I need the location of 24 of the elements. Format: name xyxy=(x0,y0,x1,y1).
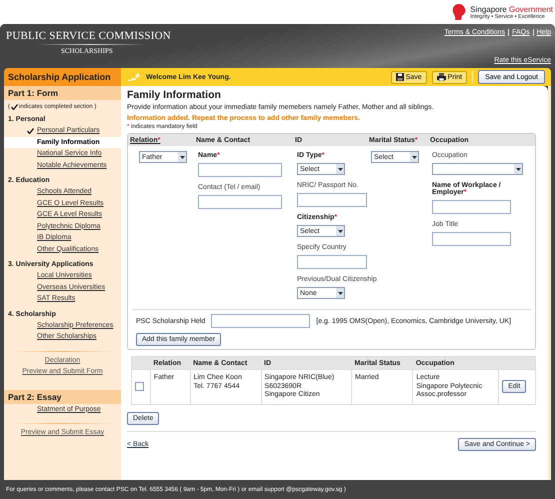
checkbox[interactable] xyxy=(135,382,144,392)
text-field[interactable] xyxy=(198,163,282,177)
chevron-down-icon xyxy=(338,168,342,170)
chevron-down-icon xyxy=(516,168,520,170)
text-field[interactable] xyxy=(198,195,282,209)
text-field[interactable] xyxy=(297,193,367,207)
chevron-down-icon xyxy=(338,292,342,294)
text-field[interactable] xyxy=(297,255,367,269)
part-heading: Part 2: Essay xyxy=(4,390,121,404)
chevron-down-icon xyxy=(338,230,342,232)
checkmark-icon xyxy=(11,104,18,110)
printer-icon xyxy=(436,73,446,81)
logo-name: Singapore xyxy=(470,4,507,14)
text-field[interactable] xyxy=(432,232,511,246)
logo-highlight: Government xyxy=(508,4,553,14)
chevron-down-icon xyxy=(180,156,184,158)
text-field[interactable] xyxy=(211,314,310,328)
part-heading: Part 1: Form xyxy=(4,86,121,100)
chevron-down-icon xyxy=(412,156,416,158)
dropdown[interactable] xyxy=(432,163,523,175)
text-field[interactable] xyxy=(432,200,511,214)
site-title: PUBLIC SERVICE COMMISSION xyxy=(6,30,171,42)
app-title: Scholarship Application xyxy=(4,68,121,86)
page-heading: Family Information xyxy=(127,89,222,101)
